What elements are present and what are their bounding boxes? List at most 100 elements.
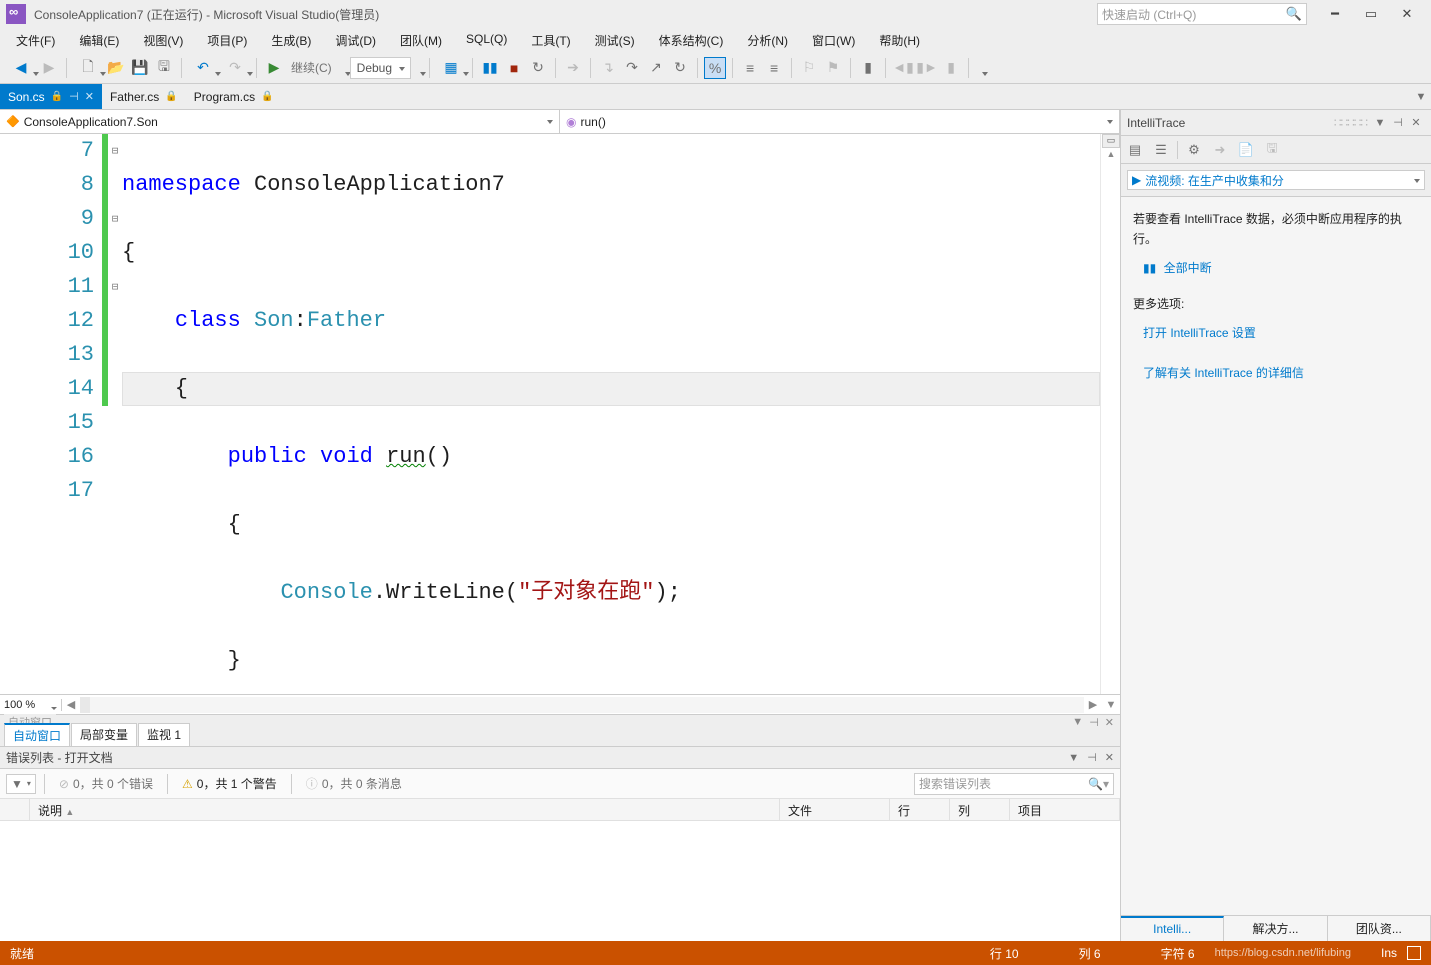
nav-forward-button[interactable]: ▶ (38, 57, 60, 79)
vertical-scrollbar[interactable]: ▭ ▲ (1100, 134, 1120, 694)
open-settings-link[interactable]: 打开 IntelliTrace 设置 (1143, 326, 1256, 340)
step-out-button[interactable]: ↗ (645, 57, 667, 79)
redo-button[interactable]: ↷ (220, 57, 250, 79)
tab-father-cs[interactable]: Father.cs 🔒 (102, 84, 186, 109)
split-editor-button[interactable]: ▭ (1102, 134, 1120, 148)
panel-close-button[interactable]: ✕ (1105, 716, 1114, 729)
filter-button[interactable]: ▼▾ (6, 774, 36, 794)
tab-dropdown-button[interactable]: ▼ (1411, 84, 1431, 110)
open-log-button[interactable]: 📄 (1236, 140, 1256, 160)
step-over-button[interactable]: ↷ (621, 57, 643, 79)
status-resize-grip[interactable] (1407, 946, 1421, 960)
panel-close-button[interactable]: ✕ (1105, 751, 1114, 764)
col-project[interactable]: 项目 (1010, 799, 1120, 820)
menu-arch[interactable]: 体系结构(C) (647, 28, 736, 52)
panel-pin-button[interactable]: ⊣ (1089, 716, 1099, 729)
tree-view-button[interactable]: ☰ (1151, 140, 1171, 160)
scroll-up-icon[interactable]: ▲ (1102, 149, 1120, 163)
nav-back-button[interactable]: ◀ (6, 57, 36, 79)
col-column[interactable]: 列 (950, 799, 1010, 820)
platform-dropdown[interactable] (413, 57, 423, 79)
stop-button[interactable]: ■ (503, 57, 525, 79)
breakpoints-button[interactable]: ⚑ (822, 57, 844, 79)
config-combo[interactable]: Debug (350, 57, 411, 79)
scroll-right-icon[interactable]: ▶ (1084, 698, 1102, 711)
scroll-down-icon[interactable]: ▼ (1102, 699, 1120, 711)
step-next-button[interactable]: ➔ (562, 57, 584, 79)
col-file[interactable]: 文件 (780, 799, 890, 820)
menu-file[interactable]: 文件(F) (4, 28, 67, 52)
panel-pin-button[interactable]: ⊣ (1087, 751, 1097, 764)
warnings-toggle[interactable]: ⚠0，共 1 个警告 (176, 773, 283, 794)
menu-test[interactable]: 测试(S) (583, 28, 647, 52)
messages-toggle[interactable]: ⓘ0，共 0 条消息 (300, 773, 408, 794)
forward-button[interactable]: ➜ (1210, 140, 1230, 160)
close-tab-icon[interactable]: ✕ (85, 90, 94, 103)
menu-tools[interactable]: 工具(T) (519, 28, 582, 52)
comment-button[interactable]: ≡ (739, 57, 761, 79)
step-button[interactable]: ↻ (669, 57, 691, 79)
stream-video-combo[interactable]: ▶ 流视频: 在生产中收集和分 (1127, 170, 1425, 190)
menu-analyze[interactable]: 分析(N) (735, 28, 800, 52)
menu-sql[interactable]: SQL(Q) (454, 28, 519, 52)
menu-window[interactable]: 窗口(W) (800, 28, 867, 52)
locals-tab[interactable]: 局部变量 (71, 723, 137, 746)
process-button[interactable]: ▦ (436, 57, 466, 79)
list-view-button[interactable]: ▤ (1125, 140, 1145, 160)
col-line[interactable]: 行 (890, 799, 950, 820)
menu-view[interactable]: 视图(V) (131, 28, 195, 52)
menu-team[interactable]: 团队(M) (388, 28, 454, 52)
intellitrace-toggle-button[interactable]: % (704, 57, 726, 79)
menu-project[interactable]: 项目(P) (195, 28, 259, 52)
save-log-button[interactable]: 🖫 (1262, 140, 1282, 160)
settings-button[interactable]: ⚙ (1184, 140, 1204, 160)
menu-build[interactable]: 生成(B) (259, 28, 323, 52)
close-button[interactable]: ✕ (1389, 1, 1425, 27)
error-search-input[interactable]: 搜索错误列表 🔍▾ (914, 773, 1114, 795)
col-description[interactable]: 说明 ▲ (30, 799, 780, 820)
save-button[interactable]: 💾 (129, 57, 151, 79)
autos-tab[interactable]: 自动窗口 (4, 723, 70, 746)
type-nav-combo[interactable]: 🔶 ConsoleApplication7.Son (0, 110, 560, 133)
hist-button[interactable]: ▮ (940, 57, 962, 79)
zoom-combo[interactable]: 100 % (0, 699, 62, 711)
code-content[interactable]: namespace ConsoleApplication7 { class So… (122, 134, 1100, 694)
start-continue-button[interactable]: ▶ (263, 57, 285, 79)
toolbar-overflow[interactable] (975, 57, 985, 79)
learn-more-link[interactable]: 了解有关 IntelliTrace 的详细信 (1143, 366, 1304, 380)
team-explorer-tab[interactable]: 团队资... (1328, 916, 1431, 941)
code-editor[interactable]: 7 8 9 10 11 12 13 14 15 16 17 (0, 134, 1120, 694)
col-icon[interactable] (0, 799, 30, 820)
new-project-button[interactable]: 🗋 (73, 57, 103, 79)
pin-icon[interactable]: ⊣ (69, 90, 79, 103)
continue-dropdown[interactable] (338, 57, 348, 79)
panel-pin-button[interactable]: ⊣ (1389, 116, 1407, 129)
panel-dropdown-button[interactable]: ▼ (1072, 716, 1083, 729)
hist-forward-button[interactable]: ▮► (916, 57, 938, 79)
watch1-tab[interactable]: 监视 1 (138, 723, 190, 746)
save-all-button[interactable]: 🖫 (153, 57, 175, 79)
minimize-button[interactable]: ━ (1317, 1, 1353, 27)
uncomment-button[interactable]: ≡ (763, 57, 785, 79)
menu-debug[interactable]: 调试(D) (323, 28, 388, 52)
panel-dropdown-button[interactable]: ▼ (1068, 752, 1079, 764)
maximize-button[interactable]: ▭ (1353, 1, 1389, 27)
intellitrace-tab[interactable]: Intelli... (1121, 916, 1224, 941)
panel-dropdown-button[interactable]: ▼ (1371, 117, 1389, 129)
break-all-link[interactable]: 全部中断 (1164, 261, 1212, 275)
menu-help[interactable]: 帮助(H) (867, 28, 932, 52)
continue-label[interactable]: 继续(C) (287, 59, 336, 76)
step-into-button[interactable]: ↴ (597, 57, 619, 79)
tab-son-cs[interactable]: Son.cs 🔒 ⊣ ✕ (0, 84, 102, 109)
undo-button[interactable]: ↶ (188, 57, 218, 79)
tab-program-cs[interactable]: Program.cs 🔒 (186, 84, 282, 109)
threads-button[interactable]: ⚐ (798, 57, 820, 79)
member-nav-combo[interactable]: ◉ run() (560, 110, 1120, 133)
fold-gutter[interactable] (108, 134, 122, 694)
hist-back-button[interactable]: ◄▮ (892, 57, 914, 79)
restart-button[interactable]: ↻ (527, 57, 549, 79)
pause-button[interactable]: ▮▮ (479, 57, 501, 79)
bookmark-button[interactable]: ▮ (857, 57, 879, 79)
open-file-button[interactable]: 📂 (105, 57, 127, 79)
error-list-body[interactable] (0, 821, 1120, 941)
